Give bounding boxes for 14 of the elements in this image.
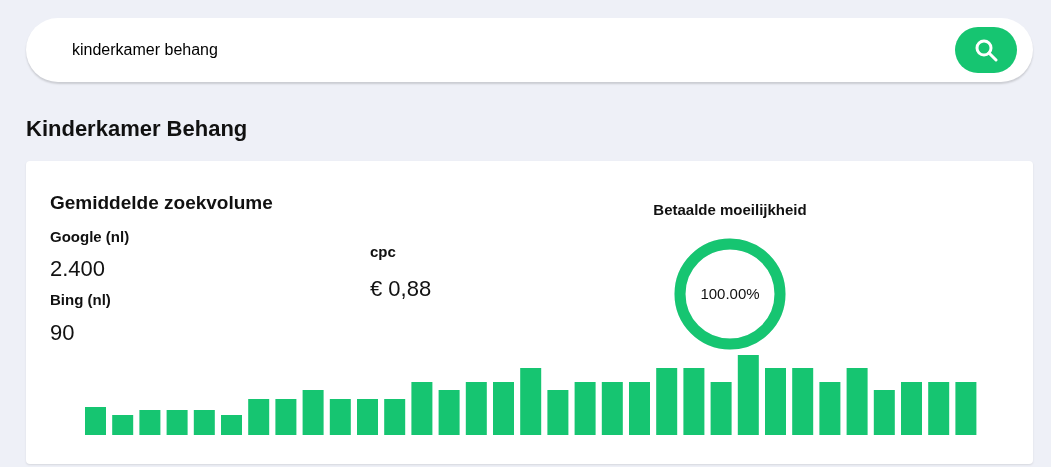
search-button[interactable]	[955, 27, 1017, 73]
card-title: Gemiddelde zoekvolume	[50, 191, 274, 215]
search-field[interactable]: kinderkamer behang	[26, 18, 1033, 82]
difficulty-label: Betaalde moeilijkheid	[653, 200, 807, 220]
cpc-label: cpc	[370, 242, 397, 262]
volume-value: 90	[50, 318, 76, 347]
source-label: Google (nl)	[50, 226, 131, 247]
volume-value: 2.400	[50, 255, 107, 283]
cpc-value: € 0,88	[370, 274, 433, 303]
search-input[interactable]: kinderkamer behang	[70, 37, 955, 63]
difficulty-reading: 100.00%	[700, 283, 760, 304]
search-icon	[974, 38, 998, 62]
source-label: Bing (nl)	[50, 290, 112, 310]
page-heading: Kinderkamer Behang	[26, 115, 249, 143]
